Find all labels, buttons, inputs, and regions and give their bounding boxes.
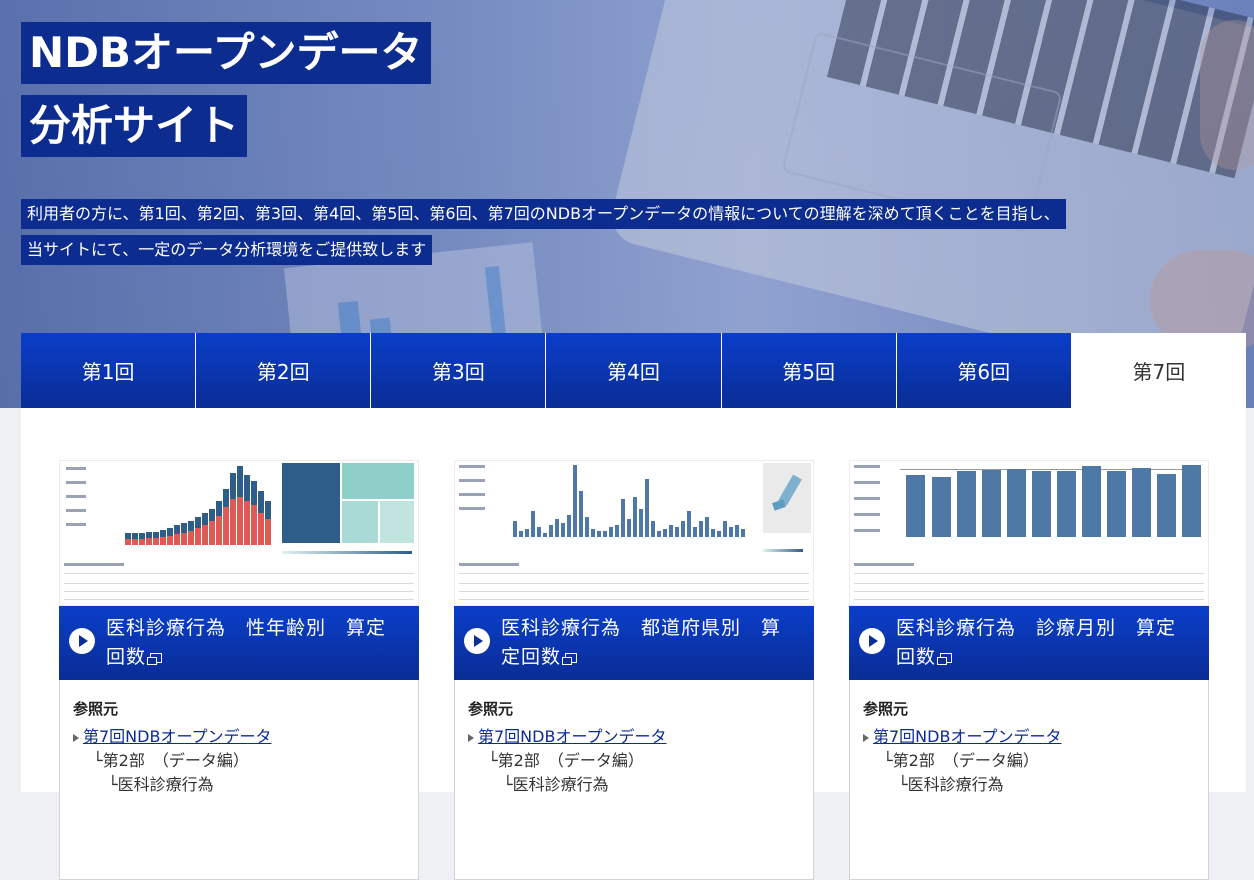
- tab-edition-2[interactable]: 第2回: [196, 333, 372, 408]
- site-description-line1: 利用者の方に、第1回、第2回、第3回、第4回、第5回、第6回、第7回のNDBオー…: [21, 199, 1066, 229]
- reference-link-text: 第7回NDBオープンデータ: [873, 727, 1062, 746]
- play-icon: [464, 628, 490, 654]
- reference-part: └第2部 （データ編）: [883, 751, 1039, 770]
- edition-tabs: 第1回 第2回 第3回 第4回 第5回 第6回 第7回: [21, 333, 1246, 408]
- dashboard-link-gender-age[interactable]: 医科診療行為 性年齢別 算定回数: [59, 606, 419, 680]
- dashboard-link-monthly[interactable]: 医科診療行為 診療月別 算定回数: [849, 606, 1209, 680]
- reference-link[interactable]: 第7回NDBオープンデータ: [73, 725, 405, 749]
- site-title-line1: NDBオープンデータ: [21, 22, 431, 84]
- tab-edition-5[interactable]: 第5回: [721, 333, 897, 408]
- external-link-icon: [937, 652, 953, 665]
- tab-edition-1[interactable]: 第1回: [21, 333, 197, 408]
- card-body: 参照元 第7回NDBオープンデータ └第2部 （データ編） └医科診療行為: [59, 680, 419, 880]
- reference-section: └医科診療行為: [108, 775, 214, 794]
- site-title-line2: 分析サイト: [21, 95, 248, 157]
- external-link-icon: [562, 652, 578, 665]
- reference-link[interactable]: 第7回NDBオープンデータ: [468, 725, 800, 749]
- reference-label: 参照元: [73, 700, 119, 718]
- triangle-right-icon: [863, 733, 869, 742]
- play-icon: [859, 628, 885, 654]
- external-link-icon: [147, 652, 163, 665]
- triangle-right-icon: [73, 733, 79, 742]
- reference-label: 参照元: [863, 700, 909, 718]
- bar-chart-thumbnail[interactable]: [59, 460, 419, 606]
- reference-section: └医科診療行為: [503, 775, 609, 794]
- triangle-right-icon: [468, 733, 474, 742]
- main-content: 医科診療行為 性年齢別 算定回数 参照元 第7回NDBオープンデータ └第2部 …: [21, 408, 1246, 880]
- tab-edition-3[interactable]: 第3回: [371, 333, 547, 408]
- dashboard-card: 医科診療行為 診療月別 算定回数 参照元 第7回NDBオープンデータ └第2部 …: [849, 460, 1209, 880]
- dashboard-card: 医科診療行為 都道府県別 算定回数 参照元 第7回NDBオープンデータ └第2部…: [454, 460, 814, 880]
- reference-link-text: 第7回NDBオープンデータ: [83, 727, 272, 746]
- card-body: 参照元 第7回NDBオープンデータ └第2部 （データ編） └医科診療行為: [849, 680, 1209, 880]
- dashboard-link-prefecture[interactable]: 医科診療行為 都道府県別 算定回数: [454, 606, 814, 680]
- tab-edition-4[interactable]: 第4回: [546, 333, 722, 408]
- reference-link-text: 第7回NDBオープンデータ: [478, 727, 667, 746]
- site-description-line2: 当サイトにて、一定のデータ分析環境をご提供致します: [21, 235, 433, 265]
- card-title: 医科診療行為 都道府県別 算定回数: [501, 617, 782, 668]
- card-body: 参照元 第7回NDBオープンデータ └第2部 （データ編） └医科診療行為: [454, 680, 814, 880]
- reference-link[interactable]: 第7回NDBオープンデータ: [863, 725, 1195, 749]
- reference-part: └第2部 （データ編）: [488, 751, 644, 770]
- prefecture-chart-thumbnail[interactable]: [454, 460, 814, 606]
- reference-part: └第2部 （データ編）: [93, 751, 249, 770]
- reference-section: └医科診療行為: [898, 775, 1004, 794]
- play-icon: [69, 628, 95, 654]
- tab-edition-6[interactable]: 第6回: [896, 333, 1072, 408]
- monthly-chart-thumbnail[interactable]: [849, 460, 1209, 606]
- dashboard-card: 医科診療行為 性年齢別 算定回数 参照元 第7回NDBオープンデータ └第2部 …: [59, 460, 419, 880]
- tab-edition-7[interactable]: 第7回: [1071, 333, 1246, 408]
- reference-label: 参照元: [468, 700, 514, 718]
